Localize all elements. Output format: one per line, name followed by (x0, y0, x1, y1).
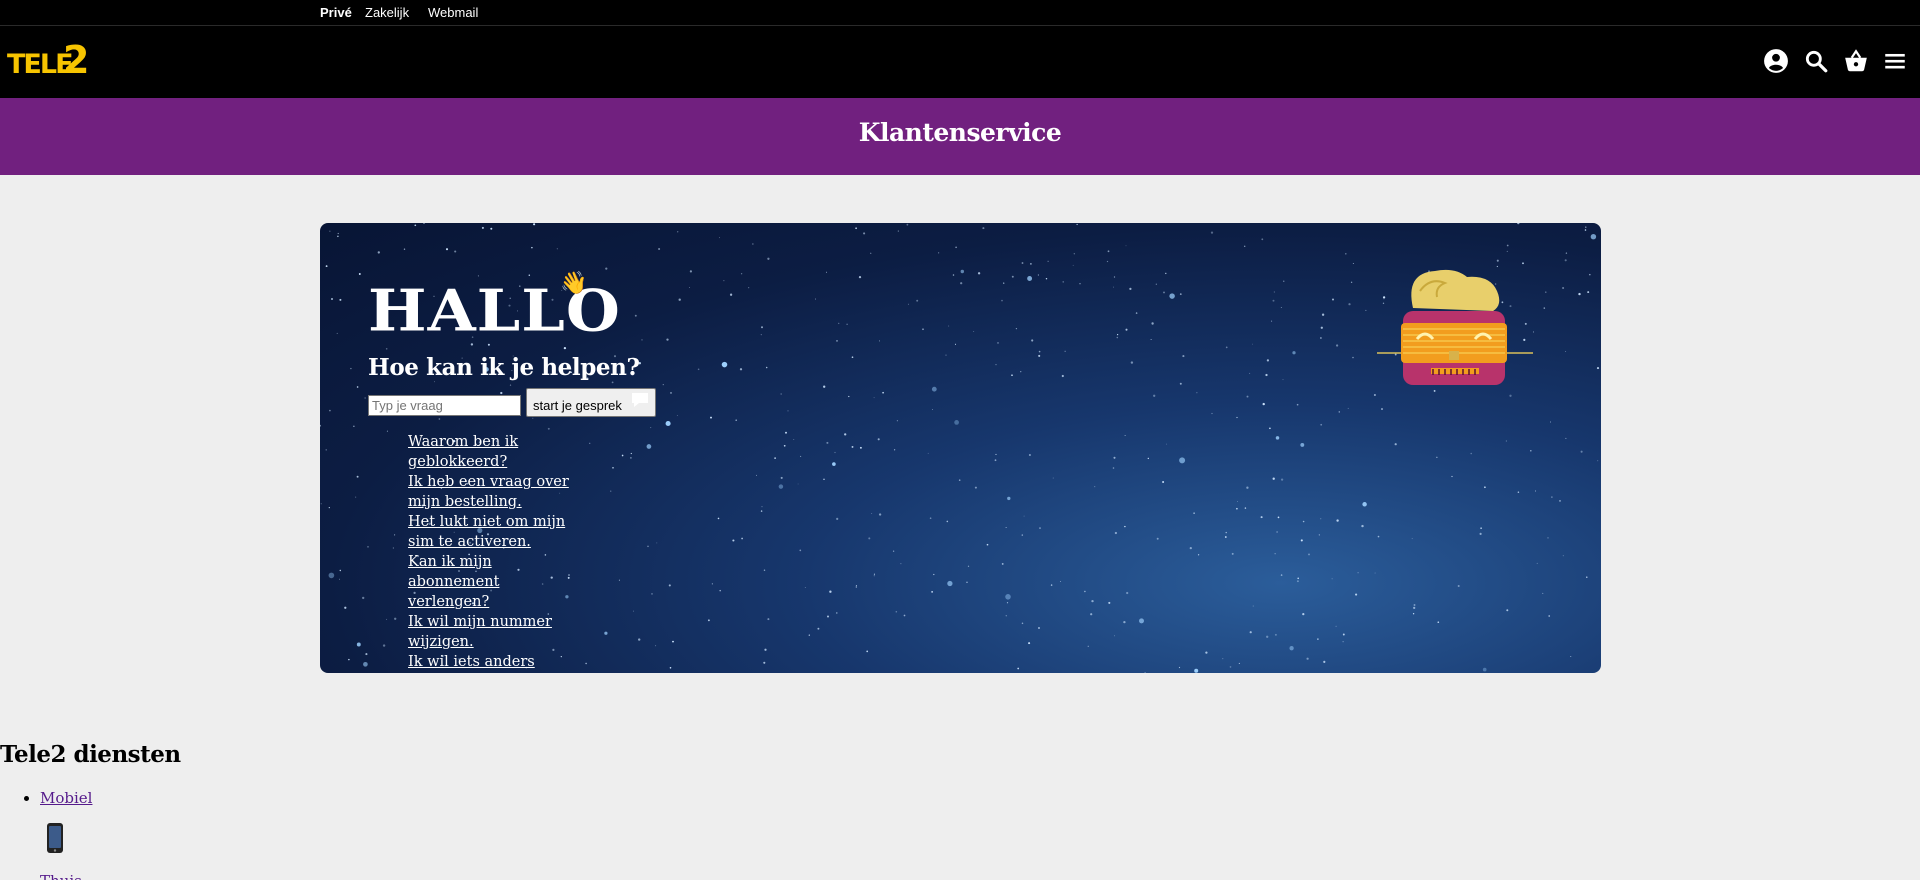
service-link-mobiel[interactable]: Mobiel (40, 789, 92, 807)
utility-link-zakelijk[interactable]: Zakelijk (365, 5, 409, 20)
svg-text:2: 2 (63, 41, 89, 77)
services-heading: Tele2 diensten (0, 741, 181, 768)
utility-nav: Privé Zakelijk Webmail (0, 0, 1920, 26)
suggestion-renew-subscription[interactable]: Kan ik mijn abonnement verlengen? (408, 554, 499, 610)
suggestion-order[interactable]: Ik heb een vraag over mijn bestelling. (408, 474, 569, 510)
site-header: TELE 2 (0, 26, 1920, 98)
question-input[interactable] (368, 395, 521, 416)
speech-bubble-icon (632, 393, 648, 407)
account-icon[interactable] (1763, 48, 1789, 74)
suggestion-sim-activation[interactable]: Het lukt niet om mijn sim te activeren. (408, 514, 565, 550)
search-icon[interactable] (1803, 48, 1829, 74)
service-link-thuis[interactable]: Thuis (40, 872, 82, 880)
chat-hero-card: HALLO 👋 Hoe kan ik je helpen? start je g… (320, 223, 1601, 673)
start-chat-label: start je gesprek (533, 398, 622, 413)
suggestion-blocked[interactable]: Waarom ben ik geblokkeerd? (408, 434, 518, 470)
chatbot-mascot-icon (1377, 269, 1533, 385)
services-list: Mobiel (40, 789, 92, 807)
tele2-logo-mark: TELE 2 (7, 41, 89, 77)
mobile-phone-icon (47, 823, 63, 853)
page-title: Klantenservice (858, 118, 1062, 147)
utility-link-webmail[interactable]: Webmail (428, 5, 478, 20)
start-chat-button[interactable]: start je gesprek (526, 388, 656, 417)
suggestion-other[interactable]: Ik wil iets anders vragen (408, 654, 535, 673)
hero-subtitle: Hoe kan ik je helpen? (368, 354, 640, 381)
waving-hand-icon: 👋 (560, 271, 588, 296)
suggested-questions: Waarom ben ik geblokkeerd? Ik heb een vr… (408, 431, 578, 673)
basket-icon[interactable] (1843, 48, 1869, 74)
suggestion-change-number[interactable]: Ik wil mijn nummer wijzigen. (408, 614, 552, 650)
menu-icon[interactable] (1882, 48, 1908, 74)
service-item-mobiel: Mobiel (40, 789, 92, 807)
page-banner: Klantenservice (0, 98, 1920, 175)
utility-link-prive[interactable]: Privé (320, 5, 352, 20)
